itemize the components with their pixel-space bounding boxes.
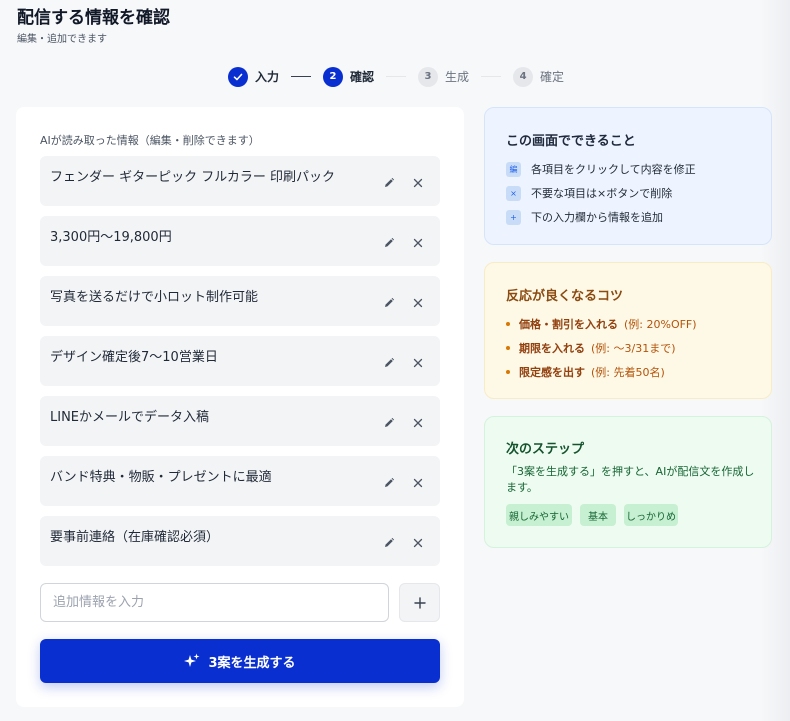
- info-item[interactable]: 要事前連絡（在庫確認必須）: [40, 516, 440, 566]
- edit-icon: 編: [506, 161, 521, 177]
- section-label: AIが読み取った情報（編集・削除できます）: [40, 134, 260, 147]
- edit-icon[interactable]: [380, 234, 398, 252]
- tone-chip: 親しみやすい: [506, 504, 572, 526]
- page-title: 配信する情報を確認: [17, 8, 170, 28]
- step-label: 確定: [540, 70, 565, 84]
- info-item-text[interactable]: フェンダー ギターピック フルカラー 印刷パック: [50, 166, 335, 185]
- page-subtitle: 編集・追加できます: [17, 34, 107, 45]
- info-item[interactable]: バンド特典・物販・プレゼントに最適: [40, 456, 440, 506]
- close-icon[interactable]: [409, 294, 427, 312]
- howto-row: + 下の入力欄から情報を追加: [506, 209, 663, 225]
- add-item-button[interactable]: [399, 583, 440, 622]
- howto-text: 各項目をクリックして内容を修正: [531, 163, 696, 176]
- tone-chip: 基本: [580, 504, 616, 526]
- step-label: 入力: [255, 70, 280, 84]
- step-connector: [481, 76, 502, 77]
- step-input[interactable]: 入力: [228, 66, 280, 87]
- next-step-title: 次のステップ: [506, 442, 585, 457]
- sparkle-icon: [184, 653, 200, 667]
- tip-example: (例: 先着50名): [591, 366, 665, 379]
- step-number: 2: [323, 66, 344, 87]
- info-item[interactable]: 写真を送るだけで小ロット制作可能: [40, 276, 440, 326]
- stepper: 入力 2 確認 3 生成 4 確定: [228, 66, 564, 87]
- check-icon: [228, 66, 248, 87]
- close-icon[interactable]: [409, 414, 427, 432]
- generate-button[interactable]: 3案を生成する: [40, 639, 440, 683]
- edit-icon[interactable]: [380, 534, 398, 552]
- step-generate[interactable]: 3 生成: [418, 66, 470, 87]
- howto-panel: この画面でできること 編 各項目をクリックして内容を修正 × 不要な項目は×ボタ…: [484, 107, 772, 245]
- tip-strong: 期限を入れる: [519, 342, 585, 355]
- edit-icon[interactable]: [380, 414, 398, 432]
- info-item[interactable]: フェンダー ギターピック フルカラー 印刷パック: [40, 156, 440, 206]
- bullet-icon: [506, 370, 510, 374]
- howto-title: この画面でできること: [506, 134, 636, 149]
- close-icon[interactable]: [409, 234, 427, 252]
- next-step-description: 「3案を生成する」を押すと、AIが配信文を作成します。: [506, 465, 755, 494]
- close-icon[interactable]: [409, 354, 427, 372]
- step-label: 生成: [445, 70, 470, 84]
- step-number: 4: [513, 66, 534, 87]
- info-item-text[interactable]: 写真を送るだけで小ロット制作可能: [50, 286, 258, 305]
- tip-example: (例: 〜3/31まで): [591, 342, 676, 355]
- add-info-input[interactable]: [40, 583, 389, 622]
- add-icon: +: [506, 209, 521, 225]
- step-connector: [386, 76, 407, 77]
- howto-text: 下の入力欄から情報を追加: [531, 211, 663, 224]
- step-label: 確認: [350, 70, 375, 84]
- edit-icon[interactable]: [380, 294, 398, 312]
- step-number: 3: [418, 66, 439, 87]
- tips-title: 反応が良くなるコツ: [506, 289, 624, 304]
- close-icon[interactable]: [409, 174, 427, 192]
- step-confirm[interactable]: 2 確認: [323, 66, 375, 87]
- info-item[interactable]: 3,300円〜19,800円: [40, 216, 440, 266]
- delete-icon: ×: [506, 185, 521, 201]
- tip-example: (例: 20%OFF): [624, 318, 697, 331]
- info-card: AIが読み取った情報（編集・削除できます） フェンダー ギターピック フルカラー…: [16, 107, 464, 707]
- close-icon[interactable]: [409, 534, 427, 552]
- edit-icon[interactable]: [380, 174, 398, 192]
- info-item-text[interactable]: バンド特典・物販・プレゼントに最適: [50, 466, 272, 485]
- plus-icon: [413, 596, 426, 609]
- edit-icon[interactable]: [380, 354, 398, 372]
- tip-row: 限定感を出す (例: 先着50名): [506, 364, 665, 380]
- step-finalize[interactable]: 4 確定: [513, 66, 565, 87]
- bullet-icon: [506, 322, 510, 326]
- bullet-icon: [506, 346, 510, 350]
- tips-panel: 反応が良くなるコツ 価格・割引を入れる (例: 20%OFF) 期限を入れる (…: [484, 262, 772, 399]
- info-item-text[interactable]: デザイン確定後7〜10営業日: [50, 346, 218, 365]
- edit-icon[interactable]: [380, 474, 398, 492]
- info-item[interactable]: デザイン確定後7〜10営業日: [40, 336, 440, 386]
- tone-chip: しっかりめ: [624, 504, 678, 526]
- info-item-text[interactable]: 要事前連絡（在庫確認必須）: [50, 526, 219, 545]
- generate-button-label: 3案を生成する: [208, 655, 296, 671]
- howto-text: 不要な項目は×ボタンで削除: [531, 187, 673, 200]
- next-step-panel: 次のステップ 「3案を生成する」を押すと、AIが配信文を作成します。 親しみやす…: [484, 416, 772, 548]
- page-header: 配信する情報を確認 編集・追加できます: [17, 8, 170, 47]
- tip-row: 期限を入れる (例: 〜3/31まで): [506, 340, 676, 356]
- info-item[interactable]: LINEかメールでデータ入稿: [40, 396, 440, 446]
- close-icon[interactable]: [409, 474, 427, 492]
- step-connector: [291, 76, 312, 77]
- tip-strong: 限定感を出す: [519, 366, 585, 379]
- howto-row: 編 各項目をクリックして内容を修正: [506, 161, 696, 177]
- info-item-text[interactable]: LINEかメールでデータ入稿: [50, 406, 209, 425]
- tip-row: 価格・割引を入れる (例: 20%OFF): [506, 316, 697, 332]
- tip-strong: 価格・割引を入れる: [519, 318, 618, 331]
- howto-row: × 不要な項目は×ボタンで削除: [506, 185, 672, 201]
- info-item-text[interactable]: 3,300円〜19,800円: [50, 226, 172, 245]
